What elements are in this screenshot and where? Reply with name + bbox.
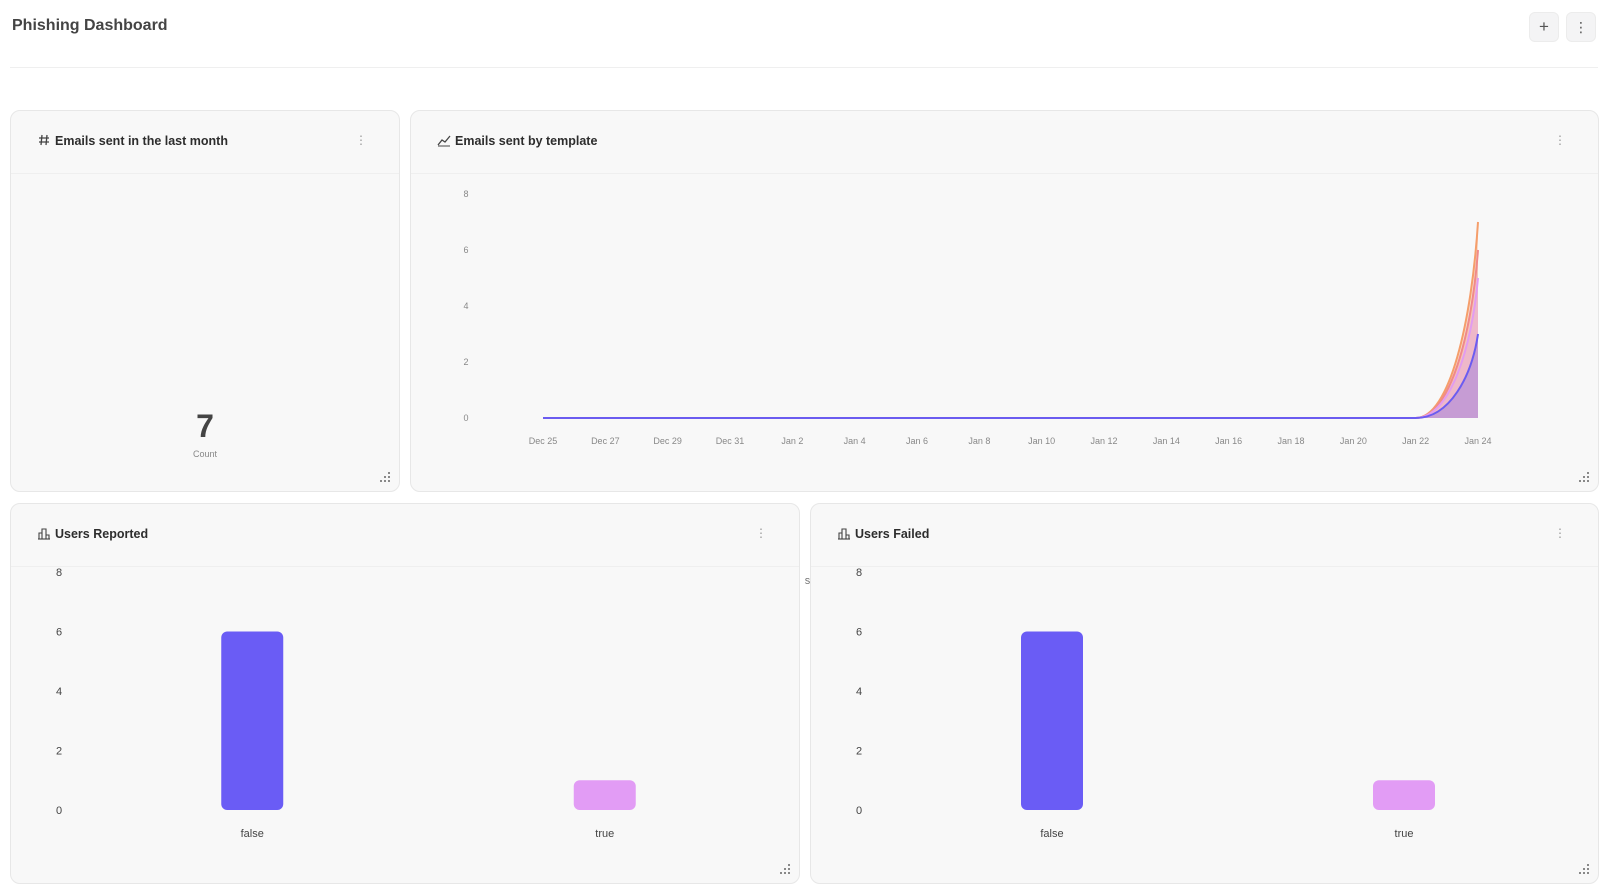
y-tick-label: 2 — [56, 746, 62, 758]
page-title: Phishing Dashboard — [12, 17, 168, 34]
y-tick-label: 0 — [56, 805, 62, 817]
x-tick-label: Jan 2 — [781, 436, 803, 446]
x-tick-label: Jan 4 — [844, 436, 866, 446]
x-tick-label: Jan 20 — [1340, 436, 1367, 446]
x-tick-label: Dec 31 — [716, 436, 745, 446]
y-tick-label: 2 — [856, 746, 862, 758]
bar — [573, 780, 636, 810]
resize-handle-icon[interactable] — [379, 471, 391, 483]
series-line — [543, 277, 1479, 419]
resize-handle-icon[interactable] — [779, 863, 791, 875]
x-tick-label: Dec 27 — [591, 436, 620, 446]
more-options-button[interactable]: ⋮ — [1566, 12, 1596, 42]
card-header: Emails sent in the last month ⋮ — [11, 111, 399, 174]
series-area — [543, 250, 1478, 418]
y-tick-label: 4 — [856, 686, 862, 698]
metric-label: Count — [192, 449, 218, 459]
x-tick-label: Jan 24 — [1464, 436, 1491, 446]
series-area — [543, 222, 1478, 418]
y-tick-label: 6 — [463, 245, 468, 255]
x-tick-label: Jan 18 — [1277, 436, 1304, 446]
x-tick-label: Jan 22 — [1402, 436, 1429, 446]
metric-value: 7 — [196, 408, 214, 444]
bar — [1373, 780, 1435, 810]
x-tick-label: true — [1395, 828, 1414, 840]
y-tick-label: 2 — [463, 357, 468, 367]
bar — [221, 631, 284, 810]
series-line — [543, 221, 1479, 419]
users-failed-chart: 0 2 4 6 8 false true — [856, 567, 1435, 840]
y-tick-label: 8 — [463, 189, 468, 199]
y-tick-label: 4 — [463, 301, 468, 311]
x-tick-label: Jan 8 — [968, 436, 990, 446]
series-area — [543, 334, 1478, 418]
card-users-reported: Users Reported ⋮ 0 2 4 6 8 false true — [10, 503, 800, 884]
x-tick-label: Jan 14 — [1153, 436, 1180, 446]
emails-template-chart: 0 2 4 6 8 Dec 25 Dec 27 Dec 29 Dec 31 Jan 2 Jan 4 J… — [463, 189, 1491, 446]
bar — [1021, 631, 1083, 810]
y-tick-label: 6 — [56, 627, 62, 639]
card-menu-icon[interactable]: ⋮ — [355, 133, 367, 147]
y-tick-label: 6 — [856, 627, 862, 639]
card-emails-by-template: Emails sent by template ⋮ 0 2 4 6 8 Dec 25 Dec… — [410, 110, 1599, 587]
y-tick-label: 8 — [856, 567, 862, 579]
series-line — [543, 333, 1479, 419]
x-tick-label: Jan 10 — [1028, 436, 1055, 446]
x-tick-label: Jan 16 — [1215, 436, 1242, 446]
users-reported-chart: 0 2 4 6 8 false true — [56, 567, 636, 840]
x-tick-label: Dec 25 — [529, 436, 558, 446]
resize-handle-icon[interactable] — [1578, 863, 1590, 875]
series-area — [543, 278, 1478, 418]
y-tick-label: 0 — [463, 413, 468, 423]
hash-icon — [39, 134, 49, 146]
series-line — [543, 249, 1479, 419]
y-tick-label: 8 — [56, 567, 62, 579]
page-header: Phishing Dashboard + ⋮ — [0, 0, 1611, 68]
x-tick-label: Dec 29 — [653, 436, 682, 446]
resize-handle-icon[interactable] — [1578, 471, 1590, 483]
x-tick-label: Jan 12 — [1090, 436, 1117, 446]
card-title: Emails sent in the last month — [55, 134, 228, 148]
x-tick-label: Jan 6 — [906, 436, 928, 446]
card-users-failed: Users Failed ⋮ 0 2 4 6 8 false true — [810, 503, 1599, 884]
x-tick-label: true — [595, 828, 614, 840]
x-tick-label: false — [1040, 828, 1063, 840]
card-emails-last-month: Emails sent in the last month ⋮ 7 Count — [10, 110, 400, 492]
x-tick-label: false — [241, 828, 264, 840]
y-tick-label: 0 — [856, 805, 862, 817]
add-card-button[interactable]: + — [1529, 12, 1559, 42]
header-divider — [10, 67, 1598, 68]
y-tick-label: 4 — [56, 686, 62, 698]
